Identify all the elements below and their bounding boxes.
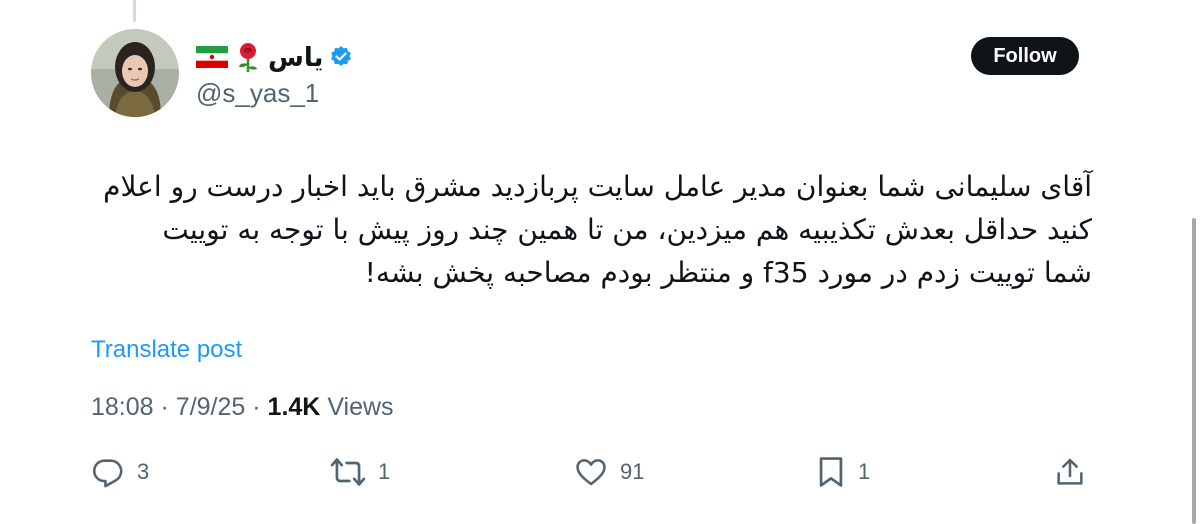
author-name-row[interactable]: یاس (196, 40, 353, 74)
red-rose-icon (234, 42, 262, 72)
tweet-meta: 18:08 · 7/9/25 · 1.4K Views (91, 393, 394, 422)
tweet-date[interactable]: 7/9/25 (176, 393, 246, 421)
thread-connector-line (133, 0, 136, 22)
repost-count: 1 (378, 459, 391, 484)
share-icon (1054, 455, 1086, 489)
tweet-text: آقای سلیمانی شما بعنوان مدیر عامل سایت پ… (90, 165, 1092, 294)
author-handle[interactable]: @s_yas_1 (196, 78, 319, 109)
repost-icon (330, 455, 366, 489)
like-button[interactable]: 91 (574, 452, 644, 492)
bookmark-count: 1 (858, 459, 871, 484)
tweet-actions-bar: 3 1 91 1 (0, 452, 1200, 492)
tweet-text-line: شما توییت زدم در مورد f35 و منتظر بودم م… (364, 256, 1092, 289)
share-button[interactable] (1054, 452, 1086, 492)
tweet-time[interactable]: 18:08 (91, 393, 154, 421)
repost-button[interactable]: 1 (330, 452, 390, 492)
reply-icon (91, 455, 125, 489)
translate-post-link[interactable]: Translate post (91, 336, 242, 364)
heart-icon (574, 455, 608, 489)
reply-count: 3 (137, 459, 150, 484)
bookmark-icon (816, 455, 846, 489)
meta-separator: · (252, 393, 261, 421)
author-display-name: یاس (268, 41, 324, 72)
verified-badge-icon (329, 45, 353, 69)
iran-flag-icon (196, 46, 228, 68)
reply-button[interactable]: 3 (91, 452, 149, 492)
views-count: 1.4K (267, 393, 321, 421)
follow-button[interactable]: Follow (971, 37, 1079, 75)
views-label: Views (327, 393, 394, 421)
meta-separator: · (160, 393, 169, 421)
tweet-text-line: کنید حداقل بعدش تکذیبیه هم میزدین، من تا… (162, 213, 1092, 246)
bookmark-button[interactable]: 1 (816, 452, 870, 492)
like-count: 91 (620, 459, 645, 484)
avatar[interactable] (91, 29, 179, 117)
tweet-text-line: آقای سلیمانی شما بعنوان مدیر عامل سایت پ… (103, 170, 1092, 203)
